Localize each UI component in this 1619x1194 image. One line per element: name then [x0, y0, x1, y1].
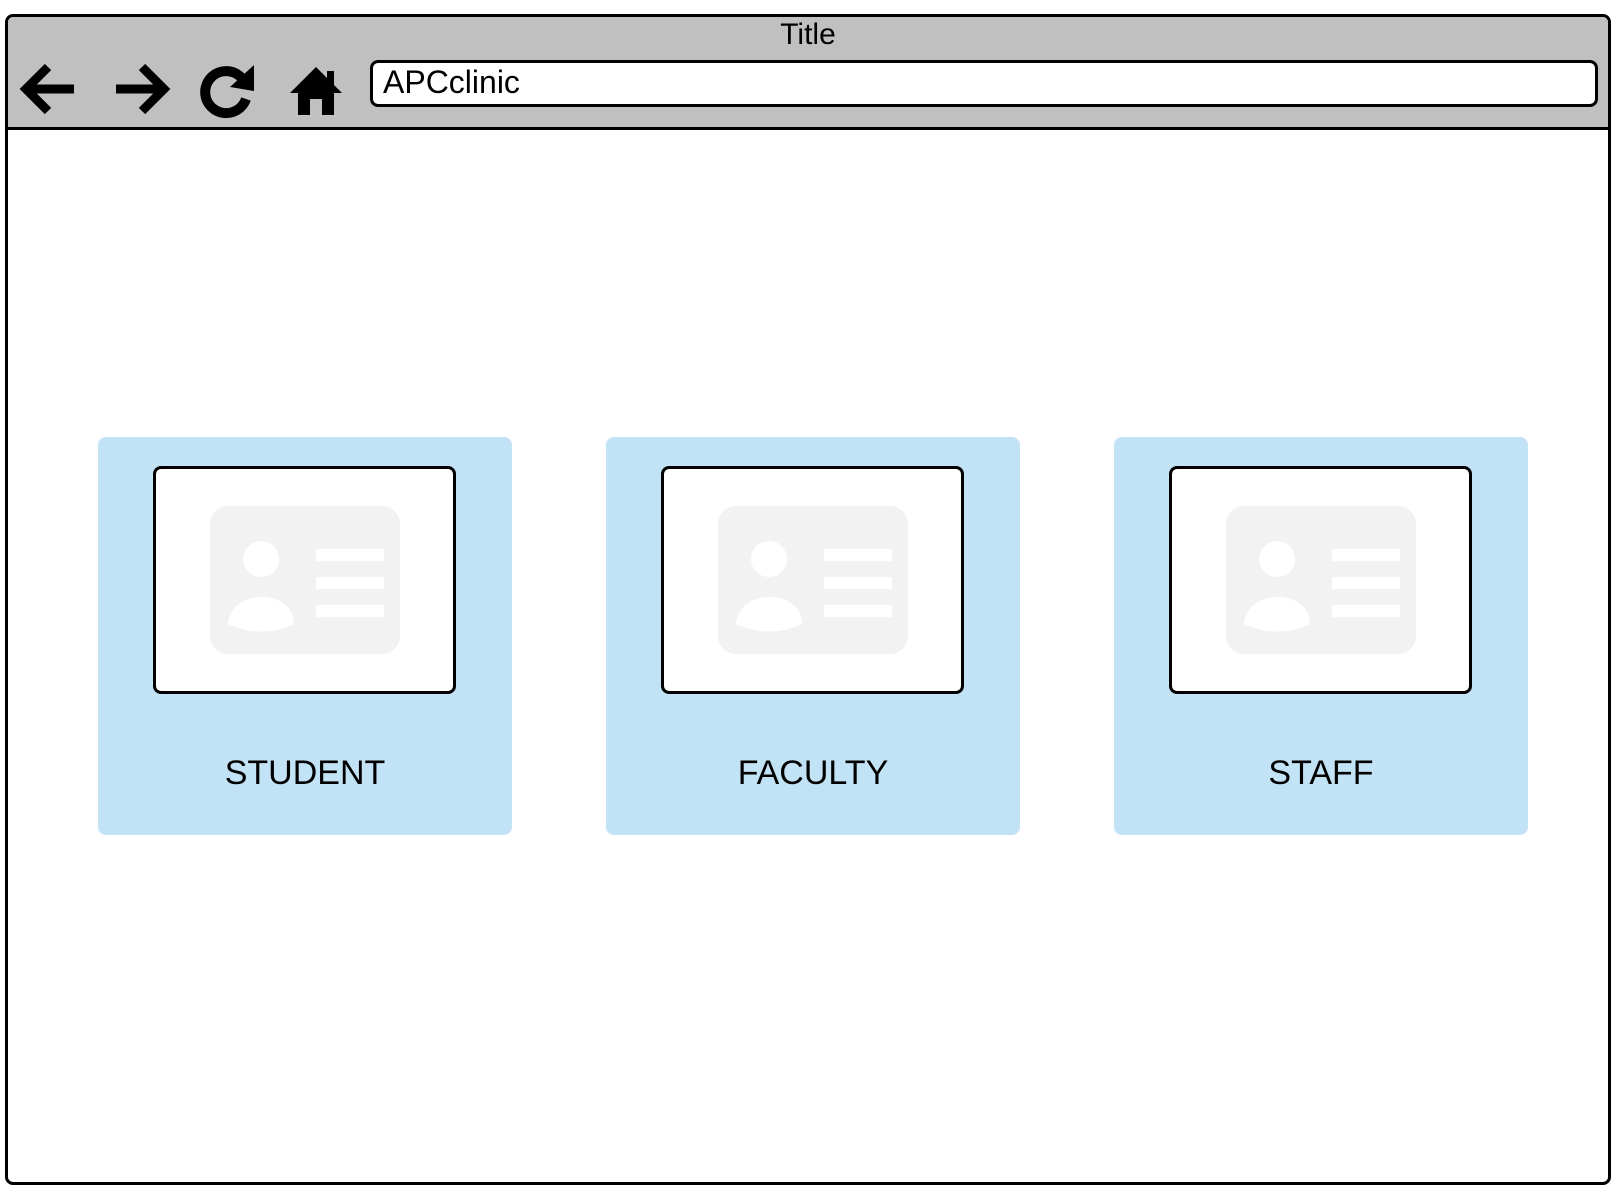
- id-card-icon: [1226, 506, 1416, 654]
- image-placeholder: [661, 466, 964, 694]
- card-label-student: STUDENT: [224, 754, 386, 792]
- forward-button[interactable]: [108, 57, 172, 121]
- back-button[interactable]: [18, 57, 82, 121]
- card-label-staff: STAFF: [1268, 754, 1374, 792]
- home-icon: [290, 67, 342, 115]
- home-button[interactable]: [284, 57, 348, 121]
- staff-card[interactable]: STAFF: [1114, 437, 1528, 835]
- student-card[interactable]: STUDENT: [98, 437, 512, 835]
- browser-window: Title APCclinic STUDENT FACULTY STAFF: [5, 14, 1611, 1185]
- faculty-card[interactable]: FACULTY: [606, 437, 1020, 835]
- browser-toolbar: Title APCclinic: [8, 17, 1608, 130]
- reload-icon: [200, 65, 254, 119]
- image-placeholder: [153, 466, 456, 694]
- window-title: Title: [780, 18, 836, 51]
- arrow-left-icon: [19, 63, 74, 115]
- url-input[interactable]: APCclinic: [370, 60, 1598, 107]
- id-card-icon: [210, 506, 400, 654]
- image-placeholder: [1169, 466, 1472, 694]
- id-card-icon: [718, 506, 908, 654]
- reload-button[interactable]: [194, 57, 258, 121]
- card-label-faculty: FACULTY: [737, 754, 889, 792]
- arrow-right-icon: [116, 63, 171, 115]
